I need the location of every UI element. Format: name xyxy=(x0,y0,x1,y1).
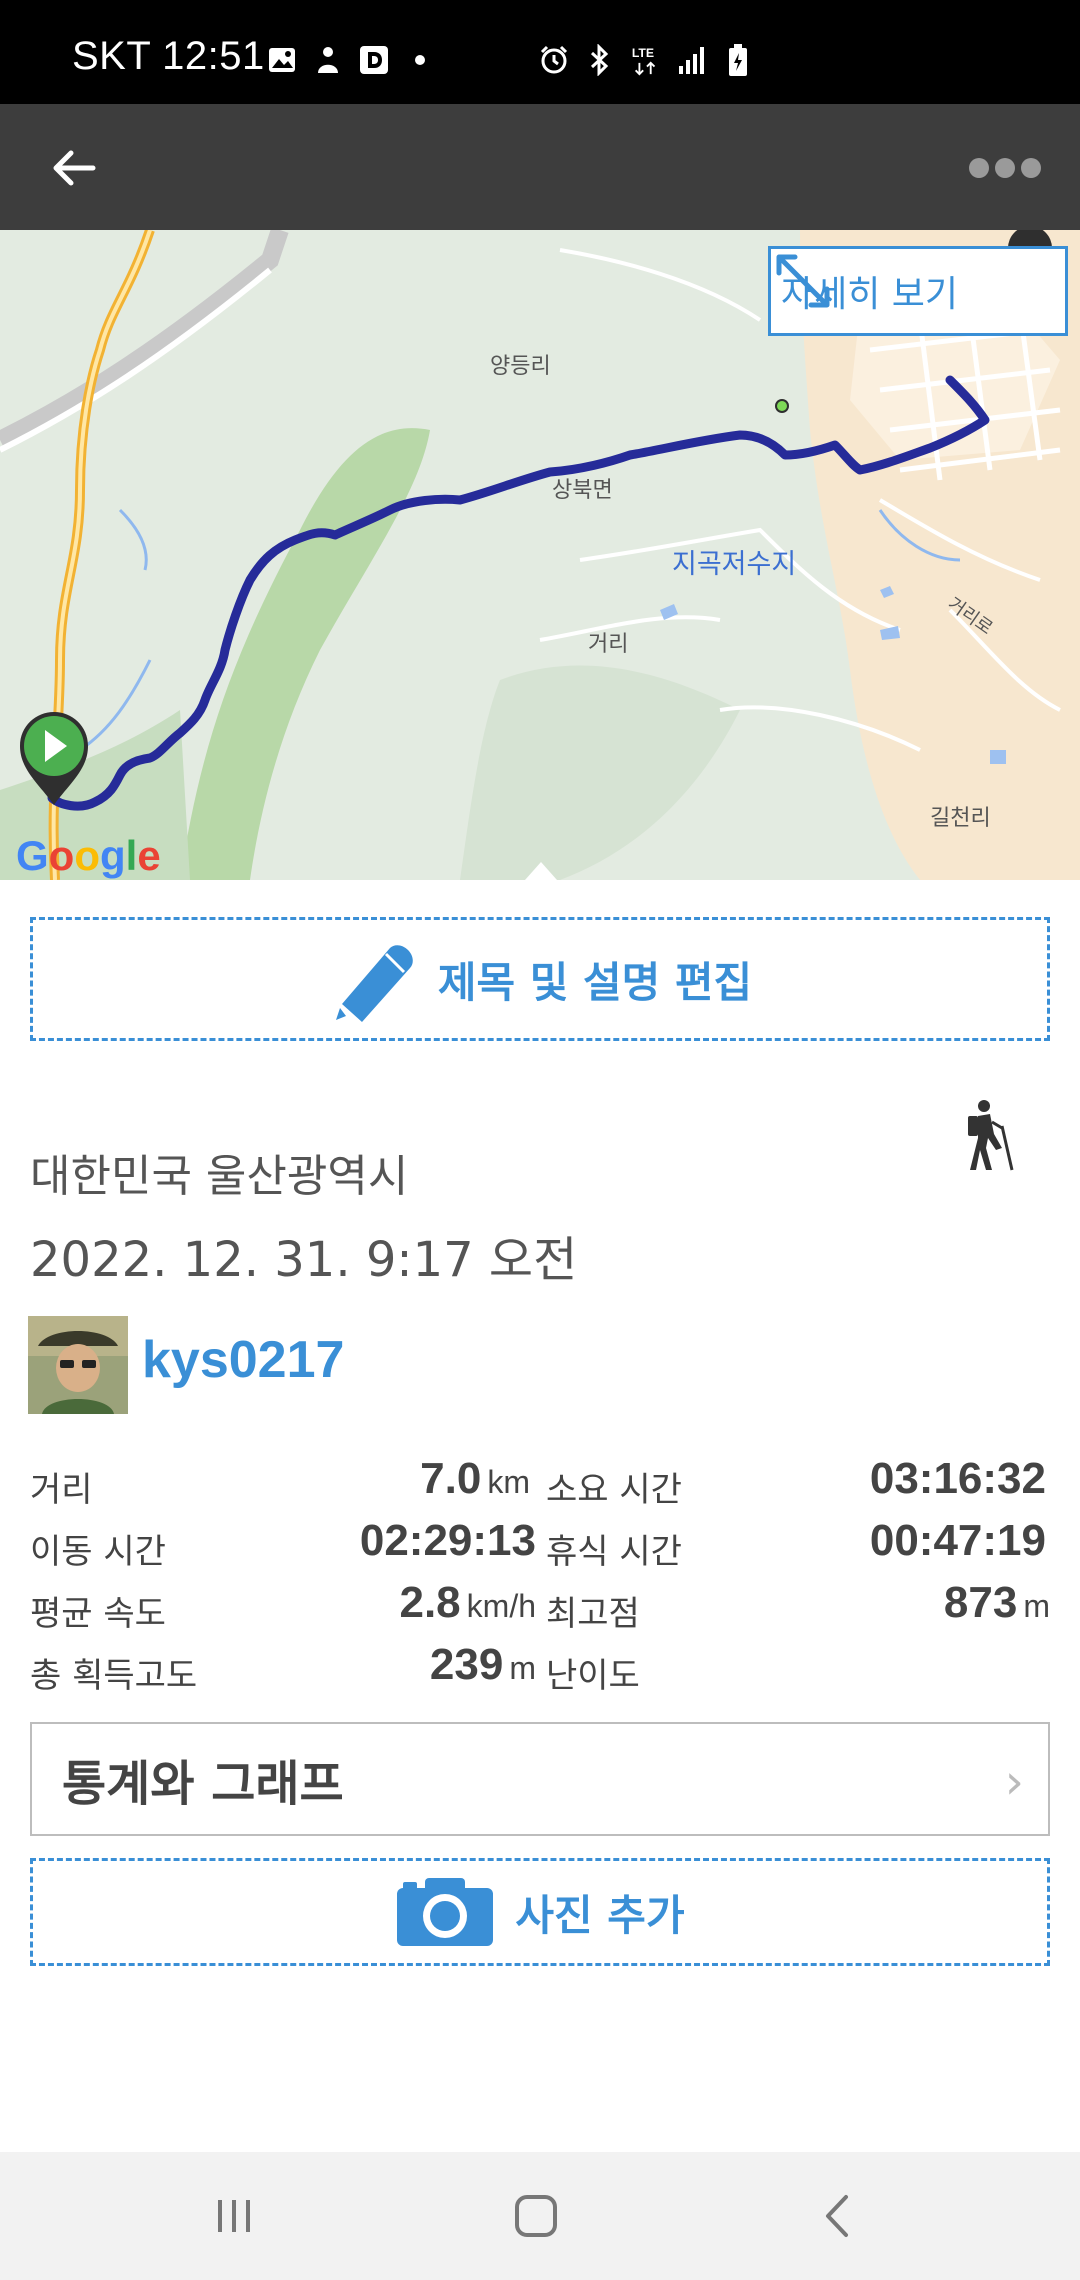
activity-datetime: 2022. 12. 31. 9:17 오전 xyxy=(30,1232,578,1288)
more-dot xyxy=(995,158,1015,178)
avg-speed-unit: km/h xyxy=(466,1588,536,1624)
avg-speed-value: 2.8 km/h xyxy=(399,1578,536,1628)
moving-time-label: 이동 시간 xyxy=(30,1532,166,1572)
back-icon xyxy=(826,2195,848,2237)
arrow-left-icon xyxy=(53,150,96,186)
elevation-gain-value: 239 m xyxy=(430,1640,536,1690)
gallery-icon xyxy=(266,44,298,76)
end-marker-inner xyxy=(777,401,787,411)
map-label: 상북면 xyxy=(552,478,613,503)
map-label: 양등리 xyxy=(490,354,551,379)
person-icon xyxy=(312,44,344,76)
app-toolbar xyxy=(0,104,1080,230)
svg-text:LTE: LTE xyxy=(632,46,654,60)
chevron-right-icon: › xyxy=(1004,1754,1024,1810)
add-photo-label: 사진 추가 xyxy=(515,1890,685,1940)
home-button[interactable] xyxy=(506,2190,566,2242)
stats-graph-label: 통계와 그래프 xyxy=(62,1756,344,1812)
username-link[interactable]: kys0217 xyxy=(142,1330,344,1390)
recent-apps-icon xyxy=(218,2200,250,2232)
edit-title-label: 제목 및 설명 편집 xyxy=(437,957,753,1007)
distance-value: 7.0 km xyxy=(420,1454,530,1504)
max-elevation-label: 최고점 xyxy=(546,1594,640,1634)
alarm-icon xyxy=(538,44,570,76)
d-app-icon xyxy=(358,44,390,76)
elevation-gain-unit: m xyxy=(509,1650,536,1686)
distance-unit: km xyxy=(487,1464,530,1500)
difficulty-label: 난이도 xyxy=(546,1656,640,1696)
status-bar: SKT 12:51 LTE xyxy=(0,0,1080,104)
system-navigation-bar xyxy=(0,2152,1080,2280)
max-elevation-value: 873 m xyxy=(944,1578,1050,1628)
lte-icon: LTE xyxy=(630,44,662,76)
add-photo-button[interactable]: 사진 추가 xyxy=(30,1858,1050,1966)
view-details-button[interactable]: 자세히 보기 xyxy=(768,246,1068,336)
map-label-water: 지곡저수지 xyxy=(672,549,797,580)
max-elevation-number: 873 xyxy=(943,1578,1018,1627)
system-icons: LTE xyxy=(538,44,754,76)
signal-icon xyxy=(676,44,708,76)
rest-time-label: 휴식 시간 xyxy=(546,1532,682,1572)
home-icon xyxy=(515,2195,557,2237)
map-label: 거리 xyxy=(588,632,629,657)
moving-time-value: 02:29:13 xyxy=(359,1516,536,1565)
status-carrier-time: SKT 12:51 xyxy=(72,34,265,78)
total-time-value: 03:16:32 xyxy=(869,1454,1046,1503)
max-elevation-unit: m xyxy=(1023,1588,1050,1624)
google-logo: Google xyxy=(16,832,161,879)
pencil-icon xyxy=(335,945,413,1022)
nav-back-button[interactable] xyxy=(808,2190,868,2242)
expand-icon xyxy=(776,254,830,308)
map-label: 길천리 xyxy=(930,806,991,831)
route-map[interactable]: 양등리 상북면 지곡저수지 거리 거리로 길천리 자세히 보기 Google xyxy=(0,230,1080,880)
rest-time-value: 00:47:19 xyxy=(869,1516,1046,1565)
more-dots-icon xyxy=(969,158,989,178)
battery-charging-icon xyxy=(722,44,754,76)
notification-icons xyxy=(266,44,436,76)
bluetooth-icon xyxy=(584,44,616,76)
avg-speed-number: 2.8 xyxy=(399,1578,461,1627)
avg-speed-label: 평균 속도 xyxy=(30,1594,166,1634)
elevation-gain-label: 총 획득고도 xyxy=(30,1656,198,1696)
total-time-label: 소요 시간 xyxy=(546,1470,682,1510)
activity-location: 대한민국 울산광역시 xyxy=(30,1151,409,1202)
distance-label: 거리 xyxy=(30,1470,93,1510)
recent-apps-button[interactable] xyxy=(204,2190,264,2242)
dot-icon xyxy=(404,44,436,76)
distance-number: 7.0 xyxy=(420,1454,482,1503)
more-dot xyxy=(1021,158,1041,178)
hiking-icon xyxy=(956,1098,1016,1172)
camera-icon xyxy=(397,1878,494,1946)
back-button[interactable] xyxy=(40,134,108,202)
stats-graph-button[interactable]: 통계와 그래프 › xyxy=(30,1722,1050,1836)
more-options-button[interactable] xyxy=(960,140,1050,196)
edit-title-description-button[interactable]: 제목 및 설명 편집 xyxy=(30,917,1050,1041)
elevation-gain-number: 239 xyxy=(429,1640,504,1689)
user-avatar[interactable] xyxy=(28,1316,128,1414)
